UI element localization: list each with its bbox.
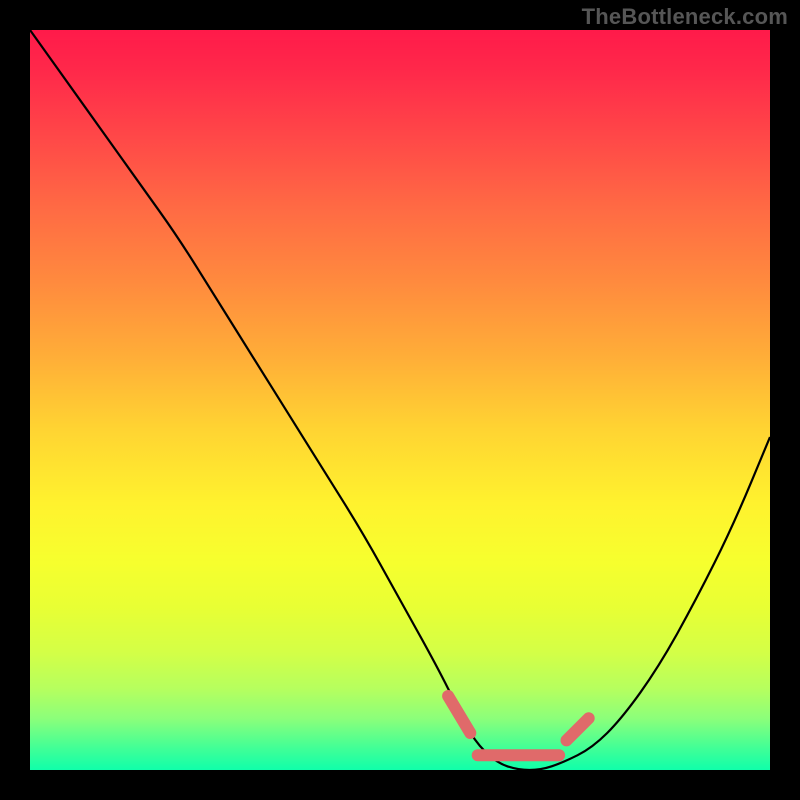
attribution-watermark: TheBottleneck.com bbox=[582, 4, 788, 30]
chart-frame: TheBottleneck.com bbox=[0, 0, 800, 800]
plot-area bbox=[30, 30, 770, 770]
optimal-range-markers bbox=[448, 696, 589, 755]
marker-segment bbox=[567, 718, 589, 740]
line-chart-svg bbox=[30, 30, 770, 770]
bottleneck-curve-path bbox=[30, 30, 770, 770]
marker-segment bbox=[448, 696, 470, 733]
